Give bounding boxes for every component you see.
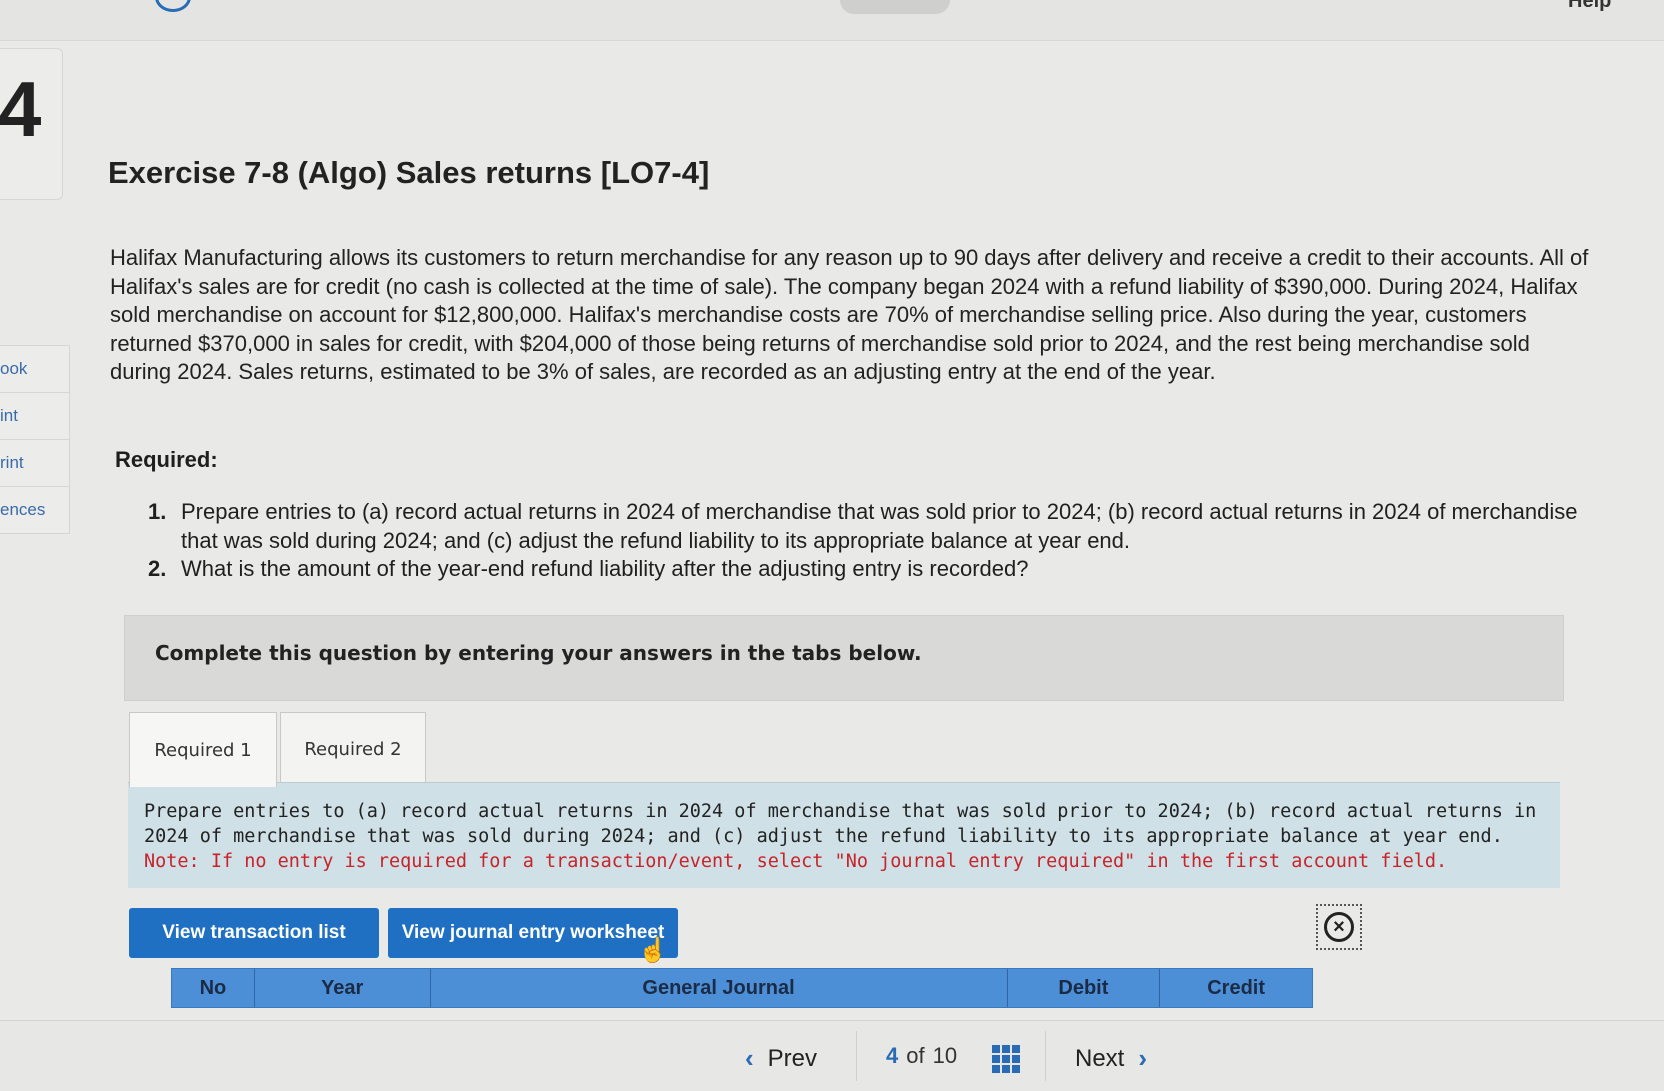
column-header-credit: Credit: [1207, 976, 1266, 999]
side-nav-references[interactable]: ences: [0, 487, 70, 534]
side-nav-ebook[interactable]: ook: [0, 345, 70, 393]
column-header-general-journal: General Journal: [431, 969, 1008, 1007]
exercise-title: Exercise 7-8 (Algo) Sales returns [LO7-4…: [108, 155, 710, 190]
help-link[interactable]: Help: [1568, 0, 1611, 13]
tab-instructions: Prepare entries to (a) record actual ret…: [128, 782, 1560, 888]
side-nav: ook int rint ences: [0, 345, 70, 534]
requirement-text: Prepare entries to (a) record actual ret…: [181, 499, 1578, 553]
grid-menu-icon[interactable]: [992, 1045, 1020, 1073]
close-button[interactable]: ×: [1316, 904, 1362, 950]
status-pill[interactable]: [840, 0, 950, 14]
requirement-item: 1. Prepare entries to (a) record actual …: [148, 498, 1588, 555]
next-label: Next: [1075, 1044, 1125, 1072]
instructions-banner: Complete this question by entering your …: [124, 615, 1564, 701]
current-page: 4: [886, 1043, 899, 1068]
chevron-left-icon: ‹: [745, 1043, 754, 1073]
instructions-note: Note: If no entry is required for a tran…: [144, 851, 1448, 872]
divider: [1045, 1031, 1046, 1081]
circle-x-icon: ×: [1324, 912, 1354, 942]
hand-cursor-icon: ☝: [638, 937, 668, 964]
instructions-banner-text: Complete this question by entering your …: [155, 641, 922, 665]
chevron-right-icon: ›: [1138, 1043, 1148, 1073]
divider: [856, 1031, 857, 1081]
tab-required-1[interactable]: Required 1: [129, 712, 277, 787]
column-header-debit: Debit: [1008, 969, 1161, 1007]
view-journal-entry-worksheet-button[interactable]: View journal entry worksheet: [388, 908, 678, 958]
logo-icon: [155, 0, 191, 12]
requirement-text: What is the amount of the year-end refun…: [181, 556, 1029, 581]
requirement-number: 2.: [148, 556, 167, 581]
next-button[interactable]: Next ›: [1075, 1043, 1147, 1074]
prev-button[interactable]: ‹ Prev: [745, 1043, 817, 1074]
column-header-no: No: [172, 969, 255, 1007]
side-nav-print[interactable]: rint: [0, 440, 70, 487]
prev-label: Prev: [767, 1044, 818, 1072]
tab-instructions-text: Prepare entries to (a) record actual ret…: [144, 799, 1544, 874]
top-bar: Help: [0, 0, 1664, 41]
instructions-body: Prepare entries to (a) record actual ret…: [144, 801, 1537, 847]
side-nav-hint[interactable]: int: [0, 393, 70, 440]
tab-required-2[interactable]: Required 2: [280, 712, 426, 785]
exercise-description: Halifax Manufacturing allows its custome…: [110, 245, 1589, 384]
journal-table-header: No Year General Journal Debit Credit: [171, 968, 1313, 1008]
column-header-year: Year: [255, 969, 431, 1007]
requirement-number: 1.: [148, 499, 167, 524]
question-number: 4: [0, 65, 42, 153]
required-heading: Required:: [115, 447, 218, 472]
pagination-bar: ‹ Prev 4 of 10 Next ›: [0, 1020, 1664, 1091]
requirement-item: 2. What is the amount of the year-end re…: [148, 555, 1588, 584]
requirements-list: 1. Prepare entries to (a) record actual …: [148, 498, 1588, 584]
page-indicator: 4 of 10: [886, 1043, 957, 1069]
total-pages: 10: [932, 1043, 958, 1068]
page-of: of: [906, 1043, 925, 1068]
view-transaction-list-button[interactable]: View transaction list: [129, 908, 379, 958]
